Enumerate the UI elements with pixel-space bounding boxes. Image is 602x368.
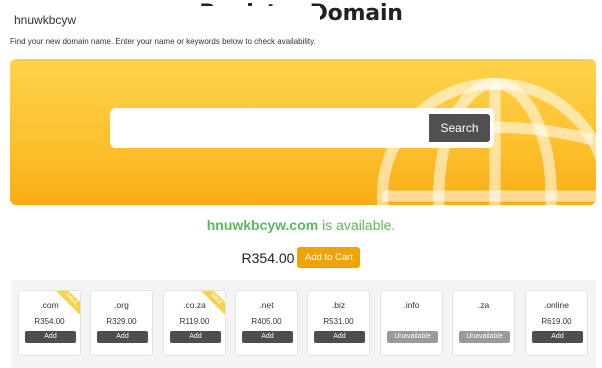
intro-text: Find your new domain name. Enter your na… [10,37,316,46]
tld-price: R405.00 [251,317,282,326]
add-to-cart-button[interactable]: Add to Cart [297,247,361,268]
tld-card-info: .info Unavailable [380,290,443,356]
availability-message: hnuwkbcyw.com is available. [0,217,602,233]
add-tld-button[interactable]: Add [25,331,76,343]
tld-card-co-za: SALE .co.za R119.00 Add [163,290,226,356]
domain-search-input[interactable] [6,6,320,34]
tld-card-online: .online R619.00 Add [525,290,588,356]
tld-price: R619.00 [541,317,572,326]
tld-name: .com [40,300,59,310]
add-tld-button[interactable]: Add [170,331,221,343]
add-tld-button[interactable]: Add [97,331,148,343]
tld-name: .net [259,300,274,310]
domain-price: R354.00 [241,249,295,266]
tld-name: .co.za [183,300,206,310]
tld-name: .za [477,300,490,310]
add-tld-button[interactable]: Add [314,331,365,343]
add-tld-button[interactable]: Add [242,331,293,343]
tld-card-biz: .biz R531.00 Add [307,290,370,356]
tld-name: .info [403,300,420,310]
availability-status: is available. [322,217,396,233]
available-domain: hnuwkbcyw.com [206,217,319,233]
tld-price: R329.00 [106,317,137,326]
tld-price: R119.00 [179,317,210,326]
tld-name: .biz [331,300,346,310]
tld-price: R354.00 [34,317,65,326]
add-tld-button[interactable]: Add [532,331,583,343]
unavailable-button: Unavailable [387,331,438,343]
tld-price: R531.00 [323,317,354,326]
tld-card-com: SALE .com R354.00 Add [18,290,81,356]
unavailable-button: Unavailable [459,331,510,343]
tld-name: .online [543,300,570,310]
search-button[interactable]: Search [429,114,490,142]
tld-card-org: .org R329.00 Add [90,290,153,356]
tld-card-net: .net R405.00 Add [235,290,298,356]
tld-card-za: .za Unavailable [452,290,515,356]
price-row: R354.00 Add to Cart [0,247,602,268]
tld-name: .org [114,300,129,310]
